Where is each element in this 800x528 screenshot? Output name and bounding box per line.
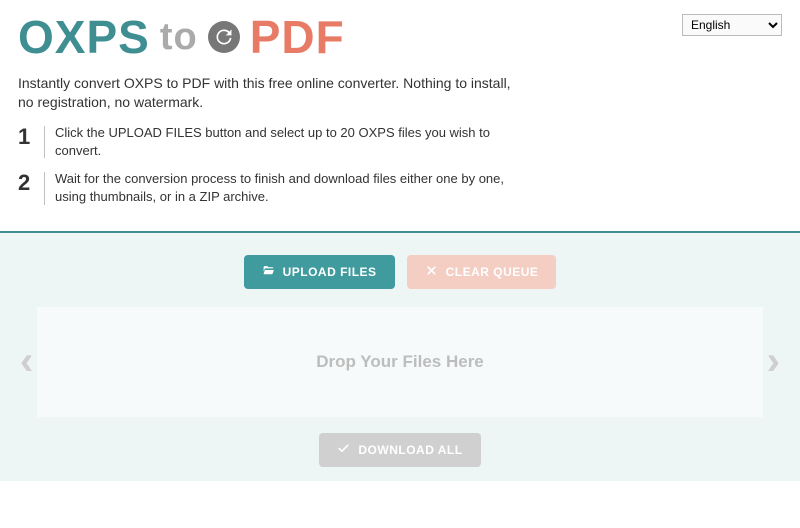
file-drop-zone[interactable]: Drop Your Files Here [37, 307, 762, 417]
drop-zone-label: Drop Your Files Here [316, 352, 484, 372]
step-separator [44, 126, 45, 158]
clear-button-label: CLEAR QUEUE [446, 265, 539, 279]
folder-open-icon [262, 264, 275, 280]
logo-word-to: to [160, 18, 198, 56]
step-number: 1 [18, 124, 36, 150]
convert-arrow-icon [208, 21, 240, 53]
step-text: Wait for the conversion process to finis… [55, 170, 525, 206]
logo-word-pdf: PDF [250, 14, 345, 60]
converter-panel: UPLOAD FILES CLEAR QUEUE ‹ Drop Your Fil… [0, 233, 800, 481]
language-select[interactable]: English [682, 14, 782, 36]
step-item: 1 Click the UPLOAD FILES button and sele… [18, 124, 782, 160]
carousel-prev-button[interactable]: ‹ [16, 339, 37, 384]
site-logo: OXPS to PDF [18, 14, 345, 60]
step-separator [44, 172, 45, 204]
step-item: 2 Wait for the conversion process to fin… [18, 170, 782, 206]
steps-list: 1 Click the UPLOAD FILES button and sele… [18, 124, 782, 207]
upload-files-button[interactable]: UPLOAD FILES [244, 255, 395, 289]
check-icon [337, 442, 350, 458]
download-button-label: DOWNLOAD ALL [358, 443, 462, 457]
step-number: 2 [18, 170, 36, 196]
step-text: Click the UPLOAD FILES button and select… [55, 124, 525, 160]
download-all-button[interactable]: DOWNLOAD ALL [319, 433, 480, 467]
page-description: Instantly convert OXPS to PDF with this … [18, 74, 518, 112]
logo-word-oxps: OXPS [18, 14, 150, 60]
close-icon [425, 264, 438, 280]
upload-button-label: UPLOAD FILES [283, 265, 377, 279]
clear-queue-button[interactable]: CLEAR QUEUE [407, 255, 557, 289]
carousel-next-button[interactable]: › [763, 339, 784, 384]
